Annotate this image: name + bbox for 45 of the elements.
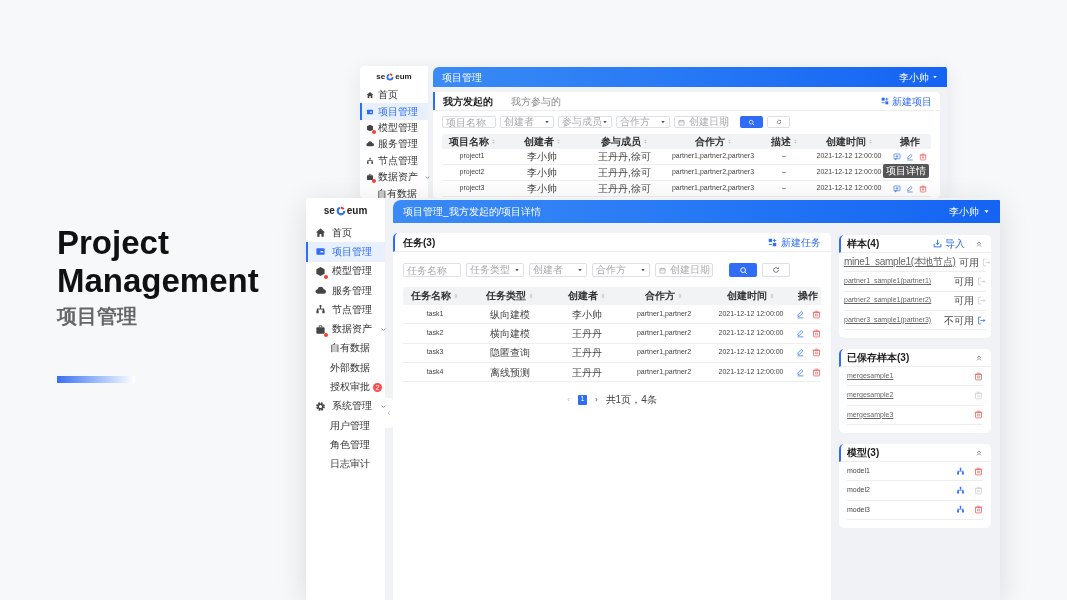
status-text: 不可用 — [944, 313, 974, 328]
status-text: 可用 — [954, 294, 974, 309]
hero-title: Project Management — [57, 224, 260, 300]
tooltip: 项目详情 — [883, 163, 929, 178]
table-cell-text: 横向建模 — [489, 326, 531, 341]
table-cell-text: 王丹丹 — [571, 365, 603, 380]
column-header: 创建者 — [568, 291, 598, 301]
table-cell-text: 王丹丹,徐可 — [597, 167, 652, 178]
pagination-summary: 共1页，4条 — [605, 393, 657, 408]
logo-text: se — [376, 70, 386, 83]
table-cell-text: 李小帅 — [571, 307, 603, 322]
table-cell-text: 李小帅 — [526, 151, 558, 162]
column-header: 任务名称 — [411, 291, 451, 301]
table-cell-text: 李小帅 — [526, 183, 558, 194]
column-header: 创建时间 — [825, 136, 866, 147]
column-header: 项目名称 — [448, 136, 489, 147]
column-header: 参与成员 — [601, 136, 641, 147]
card-title: 任务(3) — [403, 235, 436, 250]
status-text: 可用 — [958, 255, 979, 270]
column-header: 描述 — [770, 136, 791, 147]
column-header: 任务类型 — [486, 291, 526, 301]
breadcrumb: 项目管理_我方发起的/项目详情 — [403, 205, 542, 219]
table-cell-text: 隐匿查询 — [489, 346, 531, 361]
page-title: 项目管理 — [442, 70, 482, 85]
table-cell-text: 纵向建模 — [489, 307, 531, 322]
panel-title: 模型(3) — [847, 446, 880, 461]
column-header: 操作 — [899, 136, 920, 147]
panel-title: 样本(4) — [847, 237, 880, 251]
status-text: 可用 — [954, 274, 974, 289]
hero-subtitle: 项目管理 — [57, 304, 138, 329]
table-cell-text: 李小帅 — [526, 167, 558, 178]
table-cell-text: 离线预测 — [489, 365, 531, 380]
table-cell-text: 王丹丹,徐可 — [597, 151, 652, 162]
logo-text: eum — [395, 70, 412, 83]
column-header: 合作方 — [694, 136, 725, 147]
panel-title: 已保存样本(3) — [847, 351, 910, 366]
column-header: 合作方 — [645, 291, 675, 301]
table-cell-text: 王丹丹 — [571, 346, 603, 361]
column-header: 创建者 — [523, 136, 554, 147]
logo-text: eum — [346, 204, 368, 218]
table-cell-text: 王丹丹 — [571, 326, 603, 341]
table-cell-text: 王丹丹,徐可 — [597, 183, 652, 194]
column-header: 创建时间 — [727, 291, 767, 301]
logo-text: se — [323, 204, 335, 218]
column-header: 操作 — [798, 291, 818, 301]
